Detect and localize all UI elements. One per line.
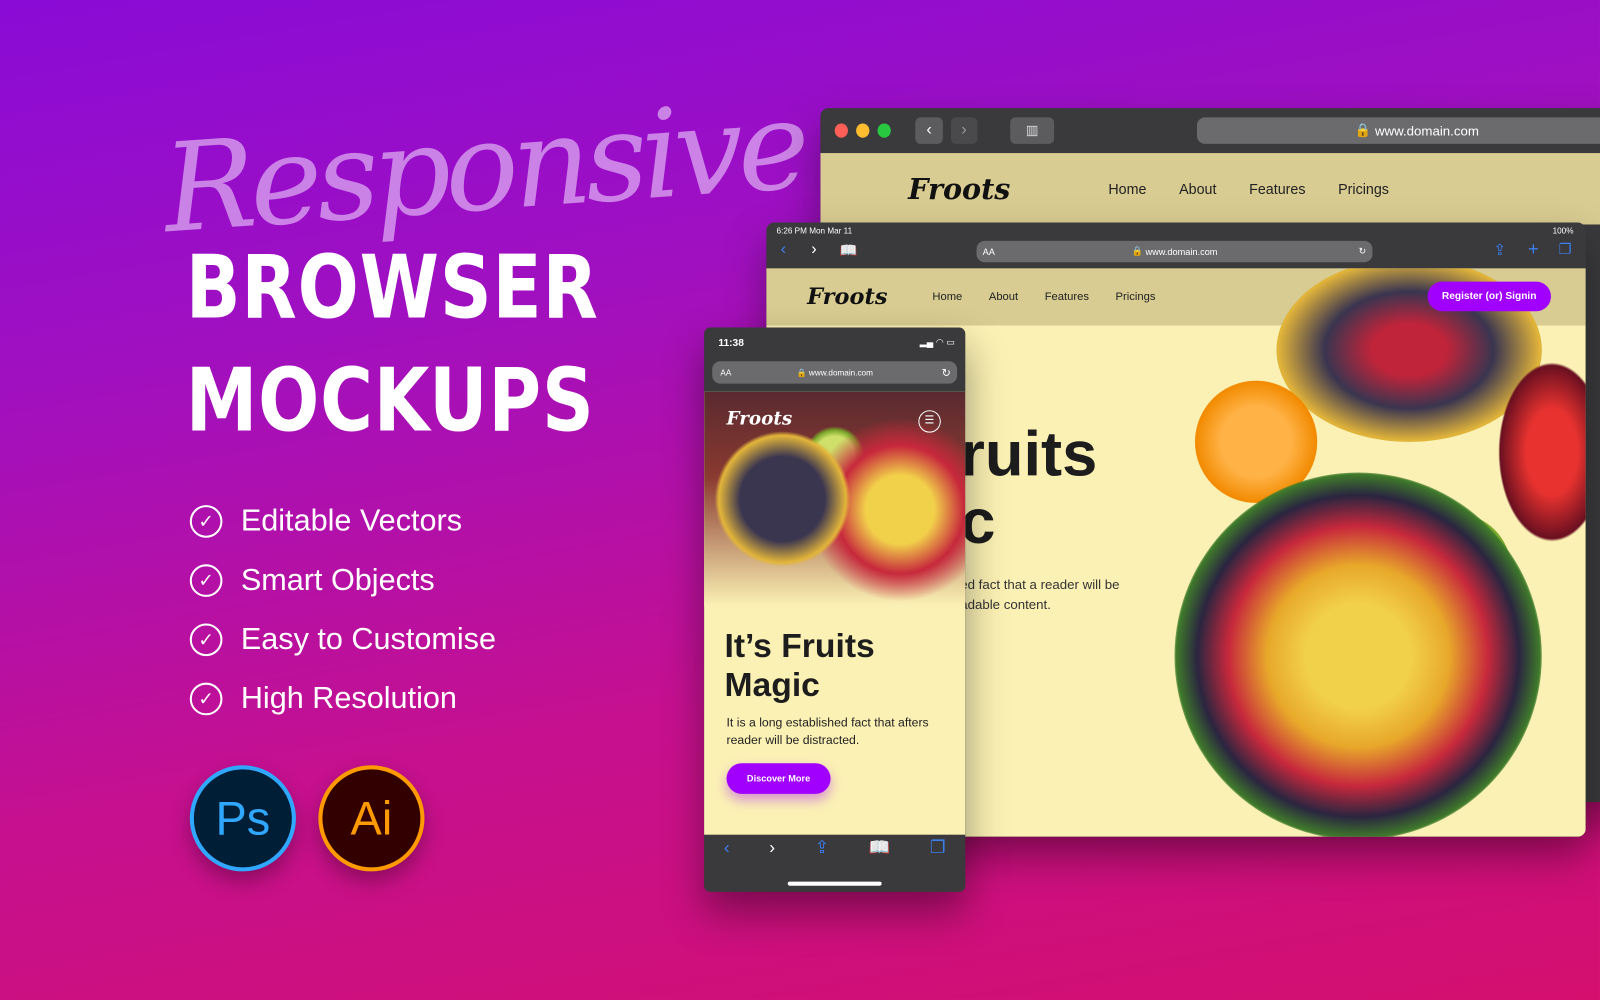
share-icon[interactable]: ⇪	[815, 838, 830, 858]
script-title: Responsive	[159, 74, 809, 261]
feature-label: Easy to Customise	[240, 622, 497, 657]
nav-features[interactable]: Features	[1045, 291, 1089, 303]
check-icon: ✓	[189, 623, 223, 657]
reload-icon[interactable]: ↻	[942, 366, 951, 379]
maximize-button[interactable]	[877, 123, 892, 138]
logo: Froots	[908, 171, 1011, 206]
body-line: adable content.	[960, 596, 1051, 613]
body-line: ed fact that a reader will be	[960, 576, 1120, 592]
phone-browser: 11:38 ▂▄ ◠ ▭ AA 🔒 www.domain.com ↻ Froot…	[704, 327, 966, 892]
phone-page: Froots ☰ It’s Fruits Magic It is a long …	[704, 391, 966, 835]
fruit-image: Froots ☰	[704, 391, 966, 607]
bookmarks-icon[interactable]: 📖	[840, 242, 858, 259]
url-text: www.domain.com	[808, 367, 873, 378]
forward-button[interactable]: ›	[769, 838, 775, 858]
title-line-2: MOCKUPS	[185, 349, 595, 453]
close-button[interactable]	[834, 123, 849, 138]
forward-button[interactable]: ›	[811, 241, 816, 259]
photoshop-icon: Ps	[189, 765, 296, 872]
bookmarks-icon[interactable]: 📖	[869, 838, 891, 858]
hero-heading: ruits c	[960, 421, 1097, 556]
feature-label: Editable Vectors	[240, 504, 463, 538]
url-text: www.domain.com	[1145, 246, 1218, 257]
battery-status: 100%	[1552, 226, 1574, 236]
tabs-icon[interactable]: ❐	[1559, 241, 1572, 258]
title-line-1: BROWSER	[185, 236, 599, 339]
url-text: www.domain.com	[1374, 122, 1479, 139]
check-icon: ✓	[189, 564, 223, 597]
feature-item: ✓ Smart Objects	[189, 563, 435, 598]
signal-wifi-battery-icon: ▂▄ ◠ ▭	[919, 336, 956, 347]
feature-item: ✓ High Resolution	[189, 681, 457, 717]
reload-icon[interactable]: ↻	[1359, 246, 1367, 257]
logo: Froots	[726, 408, 793, 430]
nav-about[interactable]: About	[1179, 181, 1216, 197]
tablet-url-bar[interactable]: AA 🔒 www.domain.com ↻	[976, 240, 1373, 263]
share-icon[interactable]: ⇪	[1493, 241, 1506, 259]
phone-body: It is a long established fact that after…	[726, 715, 929, 747]
desktop-navbar: Froots Home About Features Pricings	[820, 153, 1600, 225]
lock-icon: 🔒	[796, 367, 809, 378]
nav-pricings[interactable]: Pricings	[1338, 181, 1389, 197]
tabs-icon[interactable]: ❐	[930, 838, 946, 858]
back-button[interactable]: ‹	[724, 838, 730, 858]
nav-home[interactable]: Home	[932, 291, 962, 303]
lock-icon: 🔒	[1354, 122, 1375, 138]
forward-button[interactable]: ›	[950, 117, 978, 144]
check-icon: ✓	[189, 505, 223, 538]
sidebar-icon[interactable]: ▥	[1010, 117, 1055, 144]
feature-label: Smart Objects	[240, 563, 435, 597]
feature-item: ✓ Editable Vectors	[189, 504, 463, 539]
new-tab-icon[interactable]: +	[1528, 239, 1539, 260]
tablet-toolbar: 6:26 PM Mon Mar 11 100% ‹ › 📖 AA 🔒 www.d…	[766, 222, 1585, 268]
stage: Responsive BROWSER MOCKUPS ✓ Editable Vec…	[0, 0, 1600, 1000]
nav-pricings[interactable]: Pricings	[1116, 291, 1156, 303]
phone-toolbar: 11:38 ▂▄ ◠ ▭ AA 🔒 www.domain.com ↻	[704, 328, 965, 392]
fruit-image	[1174, 268, 1586, 837]
discover-more-button[interactable]: Discover More	[726, 763, 831, 794]
illustrator-icon: Ai	[318, 765, 425, 872]
nav-home[interactable]: Home	[1108, 181, 1146, 197]
reader-button[interactable]: AA	[983, 246, 995, 256]
phone-bottom-bar: ‹ › ⇪ 📖 ❐	[704, 838, 965, 858]
nav-about[interactable]: About	[989, 291, 1018, 303]
home-indicator	[787, 881, 882, 886]
minimize-button[interactable]	[856, 123, 870, 138]
check-icon: ✓	[189, 682, 223, 716]
back-button[interactable]: ‹	[781, 241, 786, 259]
desktop-url-bar[interactable]: 🔒 www.domain.com	[1196, 117, 1600, 144]
status-time: 6:26 PM Mon Mar 11	[776, 226, 853, 236]
lock-icon: 🔒	[1131, 245, 1146, 257]
heading-line: c	[960, 486, 996, 558]
phone-heading: It’s Fruits Magic	[724, 626, 875, 704]
register-button[interactable]: Register (or) Signin	[1427, 281, 1551, 312]
phone-url-bar[interactable]: AA 🔒 www.domain.com ↻	[712, 361, 958, 384]
hero-body: ed fact that a reader will be adable con…	[960, 574, 1119, 615]
desktop-toolbar: ‹ › ▥ 🔒 www.domain.com	[820, 108, 1600, 153]
menu-icon[interactable]: ☰	[918, 410, 941, 433]
nav-features[interactable]: Features	[1249, 181, 1305, 197]
feature-label: High Resolution	[240, 681, 457, 716]
logo: Froots	[807, 283, 888, 311]
status-time: 11:38	[718, 337, 744, 349]
reader-button[interactable]: AA	[720, 368, 731, 377]
heading-line: ruits	[960, 419, 1098, 490]
back-button[interactable]: ‹	[915, 117, 943, 144]
feature-item: ✓ Easy to Customise	[189, 622, 497, 657]
